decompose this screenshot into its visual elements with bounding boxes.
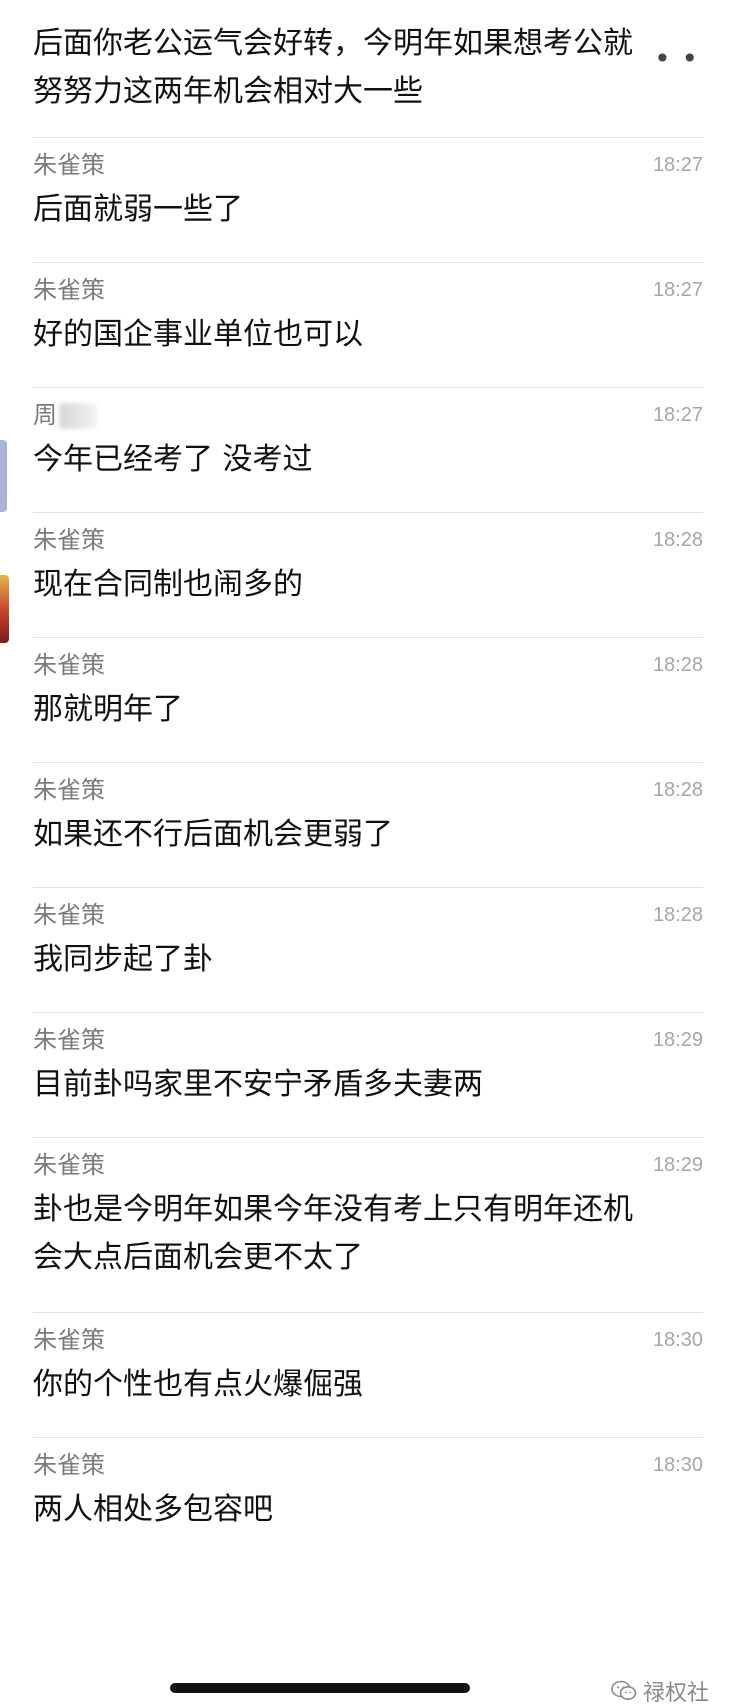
message-time: 18:28: [652, 779, 703, 801]
message-time: 18:30: [652, 1329, 703, 1351]
divider: [33, 1437, 703, 1438]
sender-name: 朱雀策: [33, 1026, 105, 1054]
divider: [33, 1137, 703, 1138]
sender-name: 朱雀策: [33, 526, 105, 554]
sender-name: 朱雀策: [33, 1151, 105, 1179]
sender-name-visible: 周: [33, 401, 57, 429]
message-time: 18:29: [652, 1154, 703, 1176]
message-text: 如果还不行后面机会更弱了: [33, 817, 393, 852]
wechat-icon: [611, 1680, 637, 1700]
message-text: 卦也是今明年如果今年没有考上只有明年还机 会大点后面机会更不太了: [33, 1192, 633, 1275]
divider: [33, 1312, 703, 1313]
sender-name: 朱雀策: [33, 901, 105, 929]
message-time: 18:27: [652, 279, 703, 301]
message-text: 现在合同制也闹多的: [33, 567, 303, 602]
sender-name: 朱雀策: [33, 651, 105, 679]
divider: [33, 262, 703, 263]
message-text: 今年已经考了 没考过: [33, 442, 313, 477]
message-time: 18:28: [652, 904, 703, 926]
side-avatar-edge[interactable]: [0, 575, 9, 643]
message-time: 18:28: [652, 654, 703, 676]
watermark-label: 禄权社: [642, 1681, 709, 1706]
message-text: 后面就弱一些了: [33, 192, 243, 227]
message-time: 18:30: [652, 1454, 703, 1476]
side-avatar-edge[interactable]: [0, 440, 7, 512]
home-indicator[interactable]: [170, 1683, 470, 1693]
divider: [33, 137, 703, 138]
message-text: 目前卦吗家里不安宁矛盾多夫妻两: [33, 1067, 483, 1102]
message-text: 你的个性也有点火爆倔强: [33, 1367, 363, 1402]
message-text: 两人相处多包容吧: [33, 1492, 273, 1527]
message-time: 18:29: [652, 1029, 703, 1051]
sender-name: 周: [33, 400, 97, 430]
sender-name: 朱雀策: [33, 1326, 105, 1354]
redaction-blur: [59, 403, 97, 429]
divider: [33, 887, 703, 888]
divider: [33, 637, 703, 638]
message-text: 后面你老公运气会好转，今明年如果想考公就 努努力这两年机会相对大一些: [33, 26, 633, 109]
sender-name: 朱雀策: [33, 151, 105, 179]
more-icon[interactable]: • •: [654, 42, 699, 75]
message-time: 18:27: [652, 404, 703, 426]
sender-name: 朱雀策: [33, 276, 105, 304]
message-time: 18:27: [652, 154, 703, 176]
message-text: 我同步起了卦: [33, 942, 213, 977]
divider: [33, 762, 703, 763]
watermark: 禄权社: [611, 1675, 709, 1707]
divider: [33, 1012, 703, 1013]
message-text: 好的国企事业单位也可以: [33, 317, 363, 352]
divider: [33, 512, 703, 513]
message-text: 那就明年了: [33, 692, 183, 727]
divider: [33, 387, 703, 388]
message-time: 18:28: [652, 529, 703, 551]
sender-name: 朱雀策: [33, 1451, 105, 1479]
sender-name: 朱雀策: [33, 776, 105, 804]
